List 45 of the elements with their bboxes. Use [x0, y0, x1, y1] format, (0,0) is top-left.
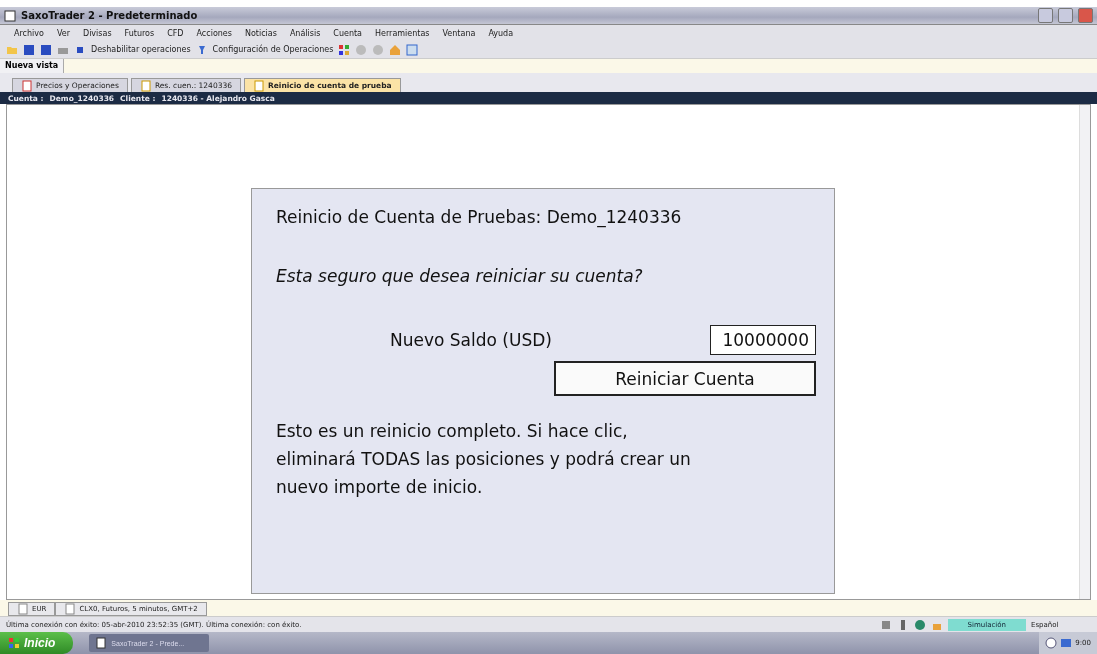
- document-icon: [21, 79, 33, 92]
- document-icon: [139, 79, 152, 92]
- menu-item[interactable]: Ayuda: [488, 28, 514, 38]
- menu-item[interactable]: Divisas: [82, 28, 112, 38]
- document-icon: [95, 637, 108, 649]
- confirm-question: Esta seguro que desea reiniciar su cuenta?: [276, 266, 644, 286]
- clock-icon: [1045, 637, 1058, 649]
- balance-label: Nuevo Saldo (USD): [390, 330, 553, 350]
- app-icon: [4, 9, 16, 22]
- panel-title: Reinicio de Cuenta de Pruebas: Demo_1240336: [276, 207, 683, 227]
- grid-icon[interactable]: [338, 43, 351, 56]
- window-icon[interactable]: [406, 43, 419, 56]
- home-icon[interactable]: [389, 43, 402, 56]
- menu-item[interactable]: Cuenta: [333, 28, 362, 38]
- document-icon: [17, 603, 29, 615]
- menu-item[interactable]: Futuros: [124, 28, 155, 38]
- view-tab[interactable]: Nueva vista: [0, 59, 65, 73]
- menu-item[interactable]: Acciones: [196, 28, 232, 38]
- menu-item[interactable]: Ventana: [442, 28, 476, 38]
- disable-trading-button[interactable]: Deshabilitar operaciones: [91, 45, 191, 54]
- circle-icon[interactable]: [372, 43, 385, 56]
- document-icon: [64, 603, 77, 615]
- balance-field[interactable]: 10000000: [710, 325, 816, 355]
- scrollbar[interactable]: [1079, 105, 1090, 599]
- trade-config-button[interactable]: Configuración de Operaciones: [212, 45, 334, 54]
- menu-item[interactable]: Herramientas: [375, 28, 430, 38]
- minimize-button[interactable]: [1038, 8, 1053, 23]
- circle-icon[interactable]: [355, 43, 368, 56]
- menu-item[interactable]: Noticias: [244, 28, 277, 38]
- monitor-icon: [1060, 637, 1073, 649]
- restore-button[interactable]: [1058, 8, 1073, 23]
- flag-icon: [8, 637, 20, 649]
- reset-account-button[interactable]: Reiniciar Cuenta: [554, 361, 816, 396]
- menu-item[interactable]: Archivo: [14, 28, 44, 38]
- document-icon: [253, 79, 265, 92]
- warning-note: Esto es un reinicio completo. Si hace clic, eliminará TODAS las posiciones y podrá crear un nuevo importe de inicio.: [276, 420, 692, 499]
- globe-icon: [913, 618, 926, 631]
- close-button[interactable]: [1078, 8, 1093, 23]
- menu-item[interactable]: CFD: [167, 28, 184, 38]
- window-title: SaxoTrader 2 - Predeterminado: [21, 10, 199, 21]
- network-icon: [879, 618, 892, 631]
- menu-item[interactable]: Análisis: [289, 28, 321, 38]
- menu-item[interactable]: Ver: [56, 28, 70, 38]
- save-icon[interactable]: [23, 43, 35, 56]
- save-icon[interactable]: [40, 43, 52, 56]
